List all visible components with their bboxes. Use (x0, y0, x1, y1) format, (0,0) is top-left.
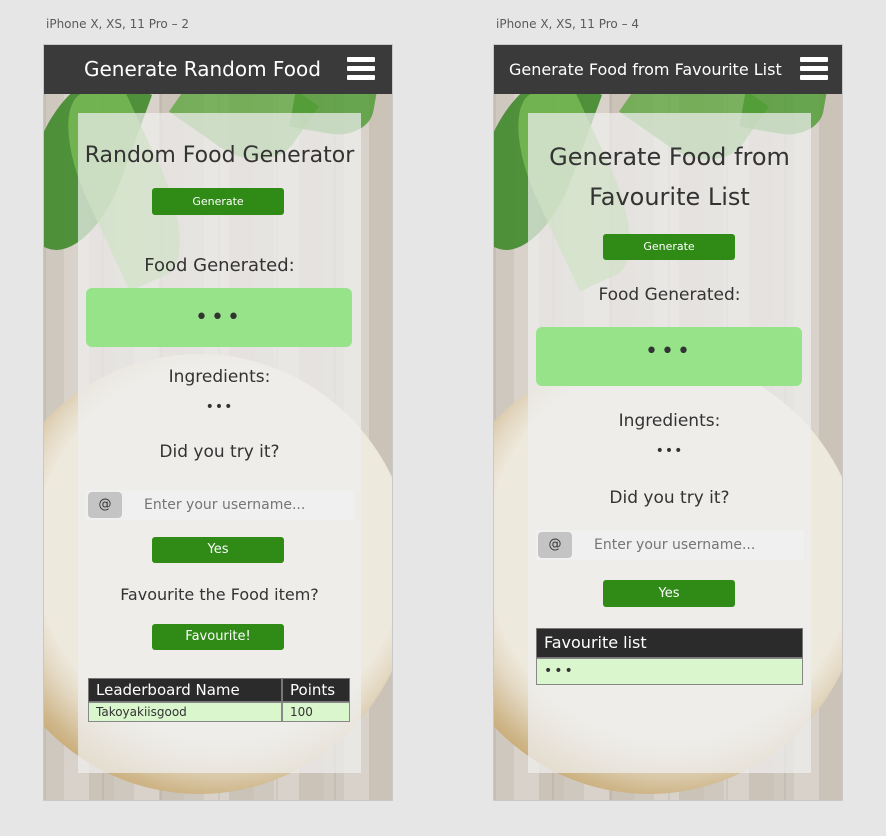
artboard-label: iPhone X, XS, 11 Pro – 4 (496, 17, 640, 31)
yes-button[interactable]: Yes (603, 580, 735, 607)
try-question: Did you try it? (159, 442, 280, 462)
phone-screen-random-food: Generate Random Food Random Food Generat… (43, 44, 393, 801)
ingredients-label: Ingredients: (618, 411, 721, 431)
artboard-label: iPhone X, XS, 11 Pro – 2 (46, 17, 190, 31)
favourite-button[interactable]: Favourite! (152, 624, 284, 650)
ingredients-value: ••• (655, 443, 684, 459)
content-panel: Generate Food from Favourite List Genera… (528, 113, 811, 773)
favourite-list-header: Favourite list (536, 628, 803, 658)
username-field[interactable]: @ (536, 530, 804, 560)
table-header-points: Points (282, 678, 350, 702)
hamburger-menu-icon[interactable] (347, 57, 375, 81)
header-title: Generate Food from Favourite List (509, 60, 782, 79)
table-header-leaderboard-name: Leaderboard Name (88, 678, 282, 702)
content-panel: Random Food Generator Generate Food Gene… (78, 113, 361, 773)
app-header: Generate Food from Favourite List (494, 45, 842, 94)
try-question: Did you try it? (609, 488, 730, 508)
hamburger-menu-icon[interactable] (800, 57, 828, 81)
table-cell-name: Takoyakiisgood (88, 702, 282, 722)
username-field[interactable]: @ (86, 490, 354, 520)
page-title-line2: Favourite List (589, 183, 750, 211)
username-input[interactable] (144, 490, 344, 520)
food-generated-label: Food Generated: (144, 255, 295, 276)
food-generated-label: Food Generated: (598, 285, 741, 305)
food-result-box: ••• (536, 327, 802, 386)
page-title: Random Food Generator (84, 143, 355, 168)
page-title-line1: Generate Food from (549, 143, 790, 171)
header-title: Generate Random Food (84, 57, 321, 81)
food-result-box: ••• (86, 288, 352, 347)
table-cell-points: 100 (282, 702, 350, 722)
app-header: Generate Random Food (44, 45, 392, 94)
at-symbol-icon: @ (88, 492, 122, 518)
phone-screen-favourite-food: Generate Food from Favourite List Genera… (493, 44, 843, 801)
favourite-question: Favourite the Food item? (120, 585, 319, 604)
favourite-list-item[interactable]: ••• (536, 658, 803, 685)
ingredients-label: Ingredients: (168, 367, 271, 387)
yes-button[interactable]: Yes (152, 537, 284, 563)
generate-button[interactable]: Generate (152, 188, 284, 215)
username-input[interactable] (594, 530, 794, 560)
ingredients-value: ••• (205, 399, 234, 415)
at-symbol-icon: @ (538, 532, 572, 558)
generate-button[interactable]: Generate (603, 234, 735, 260)
